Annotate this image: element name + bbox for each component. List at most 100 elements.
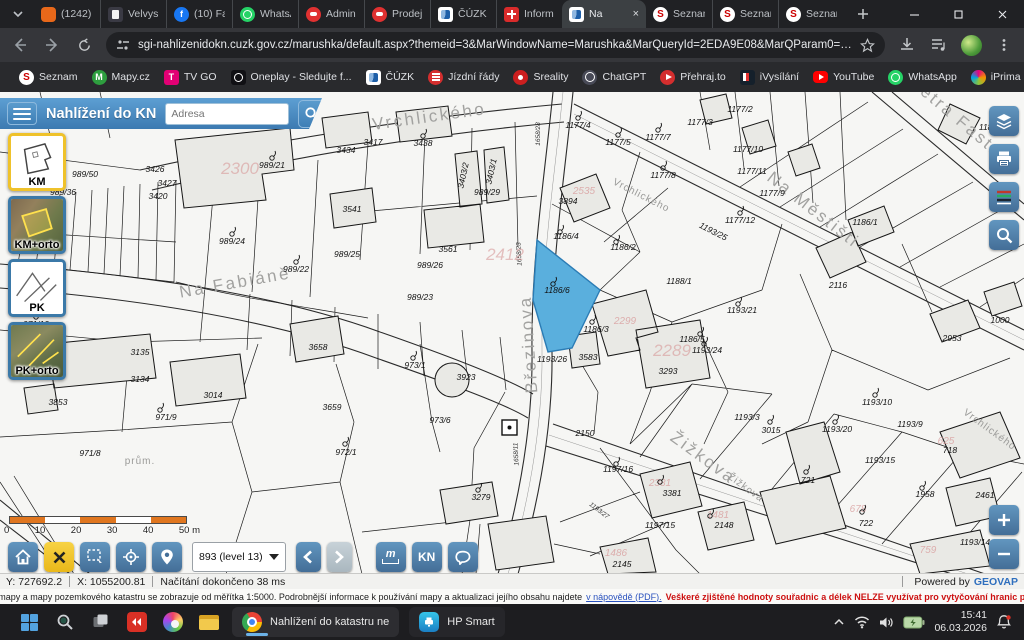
map-label-parcel: 3853 bbox=[49, 397, 68, 407]
seznam-favicon-icon bbox=[19, 70, 34, 85]
hp-smart-task[interactable]: HP Smart bbox=[409, 607, 504, 637]
map-label-parcel: 989/22 bbox=[283, 264, 309, 274]
help-pdf-link[interactable]: v nápovědě (PDF). bbox=[586, 592, 662, 602]
legend-button[interactable] bbox=[989, 182, 1019, 212]
wifi-icon[interactable] bbox=[854, 615, 870, 629]
chrome-window-title: Nahlížení do katastru ne bbox=[270, 616, 389, 628]
media-controls-button[interactable] bbox=[929, 35, 949, 55]
history-forward-button[interactable] bbox=[327, 542, 352, 572]
file-explorer-button[interactable] bbox=[192, 606, 226, 638]
bookmark--zk[interactable]: ČÚZK bbox=[366, 70, 415, 85]
tab-7[interactable]: ČÚZK bbox=[430, 0, 496, 28]
new-tab-button[interactable] bbox=[850, 1, 876, 27]
tab-2[interactable]: Velvysl bbox=[100, 0, 166, 28]
tab-9-active[interactable]: Na× bbox=[562, 0, 646, 28]
jizdni-favicon-icon bbox=[428, 70, 443, 85]
tab-search-button[interactable] bbox=[6, 2, 30, 26]
start-button[interactable] bbox=[12, 606, 46, 638]
bookmark-ivys-l-n-[interactable]: iVysílání bbox=[740, 70, 799, 85]
tab-4[interactable]: WhatsA bbox=[232, 0, 298, 28]
bookmark-youtube[interactable]: YouTube bbox=[813, 71, 874, 83]
bookmark-sreality[interactable]: Sreality bbox=[513, 70, 568, 85]
cancel-selection-button[interactable] bbox=[44, 542, 74, 572]
zoom-in-button[interactable] bbox=[989, 505, 1019, 535]
map-label-parcel: 3427 bbox=[158, 178, 177, 188]
zoom-out-button[interactable] bbox=[989, 539, 1019, 569]
tab-10[interactable]: Seznam bbox=[646, 0, 712, 28]
tab-11[interactable]: Seznam bbox=[712, 0, 778, 28]
red-app-shortcut[interactable] bbox=[120, 606, 154, 638]
bookmark-star-icon[interactable] bbox=[860, 38, 875, 53]
tab-5[interactable]: Admin bbox=[298, 0, 364, 28]
tab-3[interactable]: (10) Fa bbox=[166, 0, 232, 28]
bookmark-chatgpt[interactable]: ChatGPT bbox=[582, 70, 646, 85]
select-by-rectangle-button[interactable] bbox=[80, 542, 110, 572]
bookmarks-container: Seznam Mapy.cz TV GO Oneplay - Sledujte f..… bbox=[19, 70, 1021, 85]
measure-length-button[interactable]: m bbox=[376, 542, 406, 572]
tray-chevron-up-icon[interactable] bbox=[833, 616, 845, 628]
geovap-link[interactable]: GEOVAP bbox=[974, 576, 1018, 588]
task-view-button[interactable] bbox=[84, 606, 118, 638]
place-pin-button[interactable] bbox=[152, 542, 182, 572]
back-arrow-icon bbox=[12, 37, 28, 53]
address-bar[interactable]: sgi-nahlizenidokn.cuzk.gov.cz/marushka/d… bbox=[106, 32, 885, 58]
map-search-button[interactable] bbox=[989, 220, 1019, 250]
tab-12[interactable]: Seznam bbox=[778, 0, 844, 28]
bookmark-oneplay-sledujte-f-[interactable]: Oneplay - Sledujte f... bbox=[231, 70, 352, 85]
bookmark-j-zdn-dy[interactable]: Jízdní řády bbox=[428, 70, 499, 85]
speaker-icon[interactable] bbox=[879, 616, 894, 629]
select-by-polygon-button[interactable] bbox=[448, 542, 478, 572]
sreality-favicon-icon bbox=[513, 70, 528, 85]
forward-button[interactable] bbox=[42, 35, 62, 55]
map-tool-stack bbox=[989, 106, 1019, 250]
window-close-button[interactable] bbox=[980, 0, 1024, 28]
map-label-pink-sm: 2299 bbox=[613, 316, 637, 327]
tab-8[interactable]: Inform bbox=[496, 0, 562, 28]
bookmark-tv-go[interactable]: TV GO bbox=[164, 70, 217, 85]
taskbar-search-button[interactable] bbox=[48, 606, 82, 638]
tab-1[interactable]: (1242) bbox=[34, 0, 100, 28]
locate-button[interactable] bbox=[116, 542, 146, 572]
cadastral-map[interactable]: VrchlickéhoVrchlickéhoPetra FastraNa Měs… bbox=[0, 92, 1024, 573]
map-label-parcel: 989/50 bbox=[72, 169, 98, 179]
map-label-parcel: 1188/1 bbox=[666, 276, 692, 286]
bookmark-p-ehraj-to[interactable]: Přehraj.to bbox=[660, 70, 726, 85]
reload-button[interactable] bbox=[74, 35, 94, 55]
bookmark-iprima[interactable]: iPrima bbox=[971, 70, 1021, 85]
map-label-parcel: 1177/7 bbox=[645, 132, 671, 142]
bookmark-whatsapp[interactable]: WhatsApp bbox=[888, 70, 956, 85]
bookmark-mapy-cz[interactable]: Mapy.cz bbox=[92, 70, 150, 85]
layer-button-pk-orto[interactable]: PK+orto bbox=[8, 322, 66, 380]
menu-hamburger-button[interactable] bbox=[7, 102, 37, 125]
map-label-pink: 2300 bbox=[220, 159, 259, 178]
window-maximize-button[interactable] bbox=[936, 0, 980, 28]
kn-info-button[interactable]: KN bbox=[412, 542, 442, 572]
taskbar-clock[interactable]: 15:41 06.03.2026 bbox=[934, 609, 987, 634]
layer-button-pk[interactable]: PK bbox=[8, 259, 66, 317]
chrome-window-task[interactable]: Nahlížení do katastru ne bbox=[232, 607, 399, 637]
browser-tab-strip: (1242)Velvysl(10) Fa WhatsA AdminProdejČÚZ… bbox=[0, 0, 1024, 28]
print-button[interactable] bbox=[989, 144, 1019, 174]
bookmark-seznam[interactable]: Seznam bbox=[19, 70, 78, 85]
tab-6[interactable]: Prodej bbox=[364, 0, 430, 28]
layers-panel-button[interactable] bbox=[989, 106, 1019, 136]
history-back-button[interactable] bbox=[296, 542, 321, 572]
paint-app-shortcut[interactable] bbox=[156, 606, 190, 638]
layer-button-km-orto[interactable]: KM+orto bbox=[8, 196, 66, 254]
zoom-level-select[interactable]: 893 (level 13) bbox=[192, 542, 286, 572]
download-icon bbox=[899, 37, 915, 53]
notifications-bell-icon[interactable] bbox=[996, 614, 1012, 630]
home-extent-button[interactable] bbox=[8, 542, 38, 572]
site-settings-icon[interactable] bbox=[116, 38, 130, 52]
profile-avatar[interactable] bbox=[961, 35, 982, 56]
battery-icon[interactable] bbox=[903, 616, 925, 629]
layer-button-km[interactable]: KM bbox=[8, 133, 66, 191]
address-search-input[interactable] bbox=[165, 103, 289, 125]
window-minimize-button[interactable] bbox=[892, 0, 936, 28]
browser-menu-button[interactable] bbox=[994, 35, 1014, 55]
close-tab-icon[interactable]: × bbox=[633, 8, 639, 20]
url-text[interactable]: sgi-nahlizenidokn.cuzk.gov.cz/marushka/d… bbox=[138, 39, 852, 51]
back-button[interactable] bbox=[10, 35, 30, 55]
downloads-button[interactable] bbox=[897, 35, 917, 55]
tab-label: WhatsA bbox=[260, 8, 291, 20]
